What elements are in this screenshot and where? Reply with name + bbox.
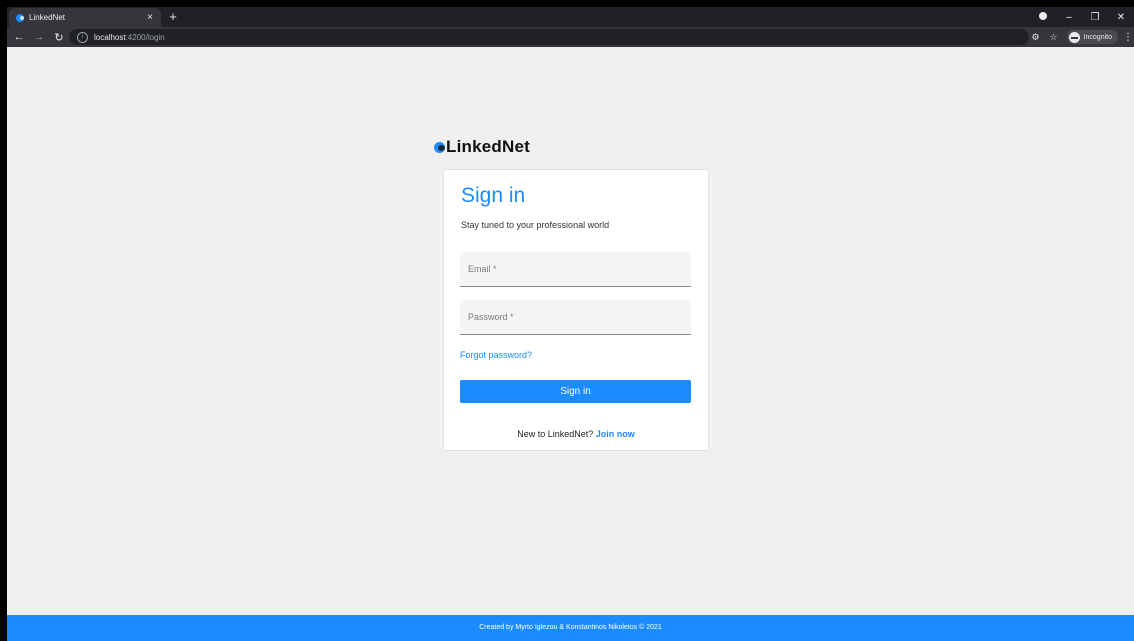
email-field-container: [460, 252, 691, 287]
tab-close-icon[interactable]: ×: [143, 12, 157, 23]
url-host: localhost: [94, 32, 126, 42]
logo[interactable]: LinkedNet: [434, 137, 530, 157]
arrow-left-icon[interactable]: ←: [11, 31, 27, 43]
incognito-icon: [1068, 31, 1080, 43]
login-card: Sign in Stay tuned to your professional …: [443, 169, 709, 451]
page-body: LinkedNet Sign in Stay tuned to your pro…: [7, 47, 1134, 641]
reload-icon[interactable]: ↻: [51, 31, 67, 44]
linkednet-favicon-icon: [16, 13, 24, 22]
tab-strip: LinkedNet × + – ❐ ✕: [7, 7, 1134, 27]
page-subtitle: Stay tuned to your professional world: [461, 220, 610, 230]
toolbar-actions: ⚙ ☆ Incognito ⋮: [1027, 27, 1134, 47]
new-tab-button[interactable]: +: [165, 8, 181, 26]
url-path: :4200/login: [125, 32, 165, 42]
tab-title: LinkedNet: [29, 13, 66, 22]
window-controls: – ❐ ✕: [1030, 7, 1134, 27]
incognito-badge[interactable]: Incognito: [1066, 30, 1118, 44]
minimize-icon[interactable]: –: [1056, 12, 1082, 23]
arrow-right-icon[interactable]: →: [31, 31, 47, 43]
restore-icon[interactable]: ❐: [1082, 12, 1108, 23]
password-field[interactable]: [460, 300, 691, 334]
incognito-label: Incognito: [1083, 33, 1112, 41]
forgot-password-link[interactable]: Forgot password?: [460, 350, 532, 360]
browser-toolbar: ← → ↻ i localhost:4200/login ⚙ ☆ Incogni…: [7, 27, 1134, 47]
password-field-container: [460, 300, 691, 335]
browser-tab[interactable]: LinkedNet ×: [9, 8, 161, 27]
footer-text: Created by Myrto Iglezou & Konstantinos …: [479, 624, 662, 631]
footer: Created by Myrto Iglezou & Konstantinos …: [7, 615, 1134, 641]
join-now-link[interactable]: Join now: [596, 429, 635, 439]
profile-icon[interactable]: [1030, 11, 1056, 23]
logo-text: LinkedNet: [446, 137, 530, 156]
signup-row: New to LinkedNet? Join now: [444, 429, 708, 439]
kebab-menu-icon[interactable]: ⋮: [1122, 32, 1134, 43]
sign-in-button[interactable]: Sign in: [460, 380, 691, 403]
address-bar[interactable]: i localhost:4200/login: [69, 29, 1029, 45]
star-icon[interactable]: ☆: [1045, 32, 1063, 43]
browser-window: LinkedNet × + – ❐ ✕ ← → ↻ i localhost:42…: [7, 7, 1134, 641]
linkednet-logo-icon: [434, 141, 445, 153]
new-user-prompt: New to LinkedNet?: [517, 429, 596, 439]
page-title: Sign in: [461, 184, 526, 207]
info-icon[interactable]: i: [77, 31, 88, 43]
email-field[interactable]: [460, 252, 691, 286]
key-icon[interactable]: ⚙: [1027, 32, 1045, 43]
close-window-icon[interactable]: ✕: [1108, 12, 1134, 23]
